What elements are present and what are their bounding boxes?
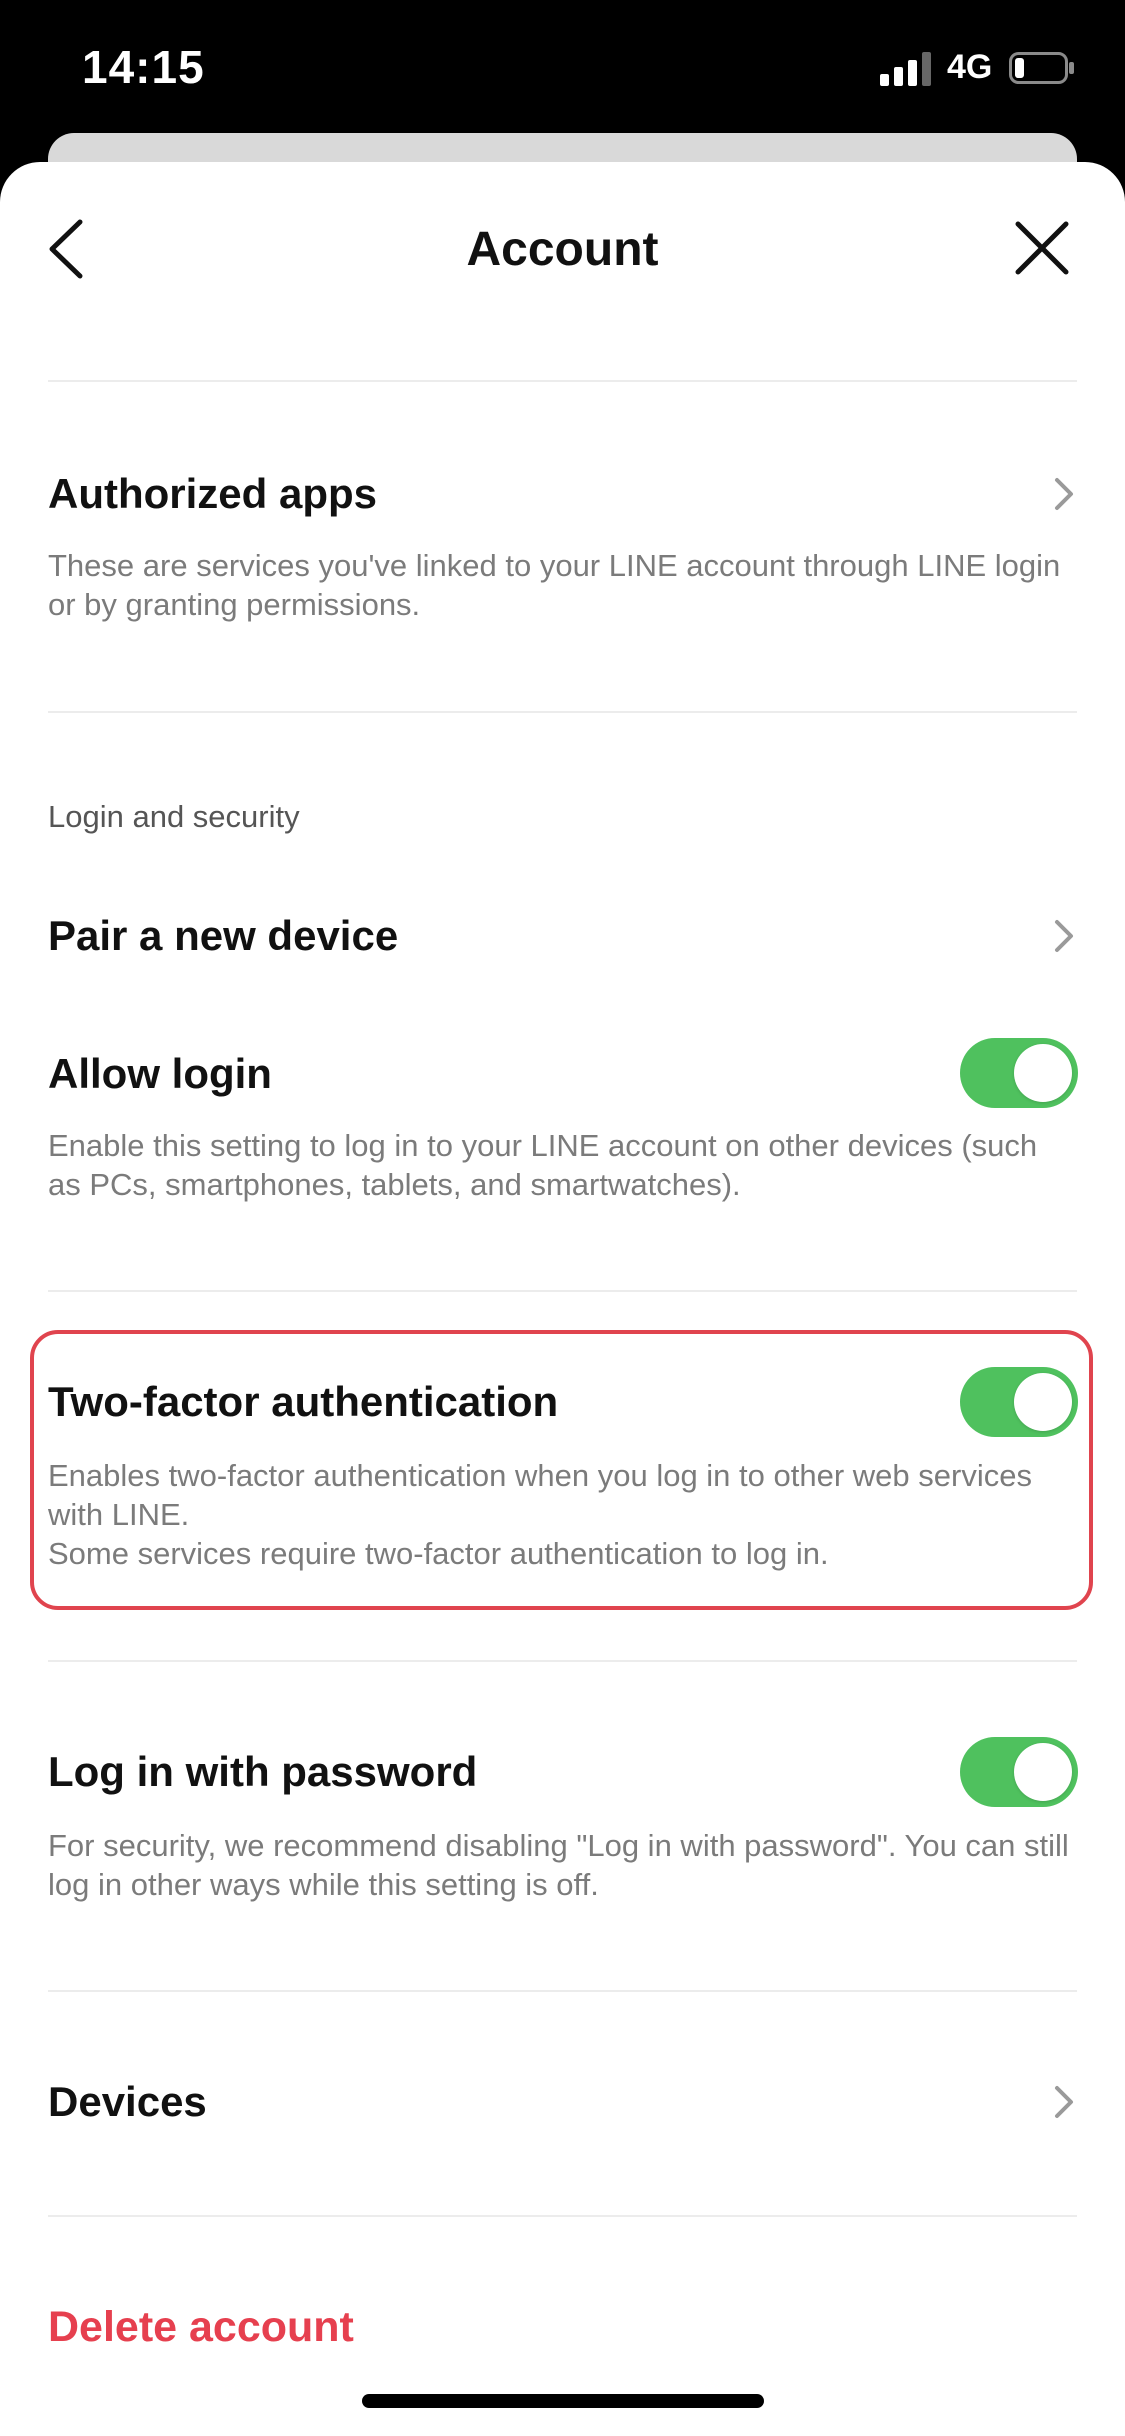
devices-title: Devices xyxy=(48,2078,207,2125)
two-factor-title: Two-factor authentication xyxy=(48,1378,559,1425)
divider xyxy=(48,1990,1077,1992)
chevron-right-icon xyxy=(1055,478,1073,510)
toggle-knob xyxy=(1014,1743,1072,1801)
two-factor-description-line2: Some services require two-factor authent… xyxy=(48,1536,829,1571)
account-sheet: Account Authorized apps These are servic… xyxy=(0,162,1125,2436)
divider xyxy=(48,1660,1077,1662)
toggle-knob xyxy=(1014,1373,1072,1431)
header: Account xyxy=(0,162,1125,332)
chevron-right-icon xyxy=(1055,2086,1073,2118)
home-indicator xyxy=(362,2394,764,2408)
password-login-description: For security, we recommend disabling "Lo… xyxy=(48,1828,1069,1902)
network-type: 4G xyxy=(947,48,993,86)
allow-login-toggle[interactable] xyxy=(960,1038,1078,1108)
two-factor-description: Enables two-factor authentication when y… xyxy=(48,1456,1078,1573)
chevron-right-icon xyxy=(1055,920,1073,952)
toggle-knob xyxy=(1014,1044,1072,1102)
password-login-toggle[interactable] xyxy=(960,1737,1078,1807)
section-label-login-security: Login and security xyxy=(48,799,300,834)
status-bar: 14:15 4G xyxy=(0,0,1125,140)
status-time: 14:15 xyxy=(82,41,205,93)
allow-login-title: Allow login xyxy=(48,1050,272,1097)
password-login-title: Log in with password xyxy=(48,1748,478,1795)
pair-device-title: Pair a new device xyxy=(48,912,399,959)
delete-account-button[interactable]: Delete account xyxy=(48,2303,354,2352)
authorized-apps-title: Authorized apps xyxy=(48,470,378,517)
cellular-signal-icon xyxy=(880,52,931,86)
two-factor-toggle[interactable] xyxy=(960,1367,1078,1437)
divider xyxy=(48,1290,1077,1292)
two-factor-description-line1: Enables two-factor authentication when y… xyxy=(48,1458,1032,1532)
divider xyxy=(48,380,1077,382)
divider xyxy=(48,711,1077,713)
page-title: Account xyxy=(466,223,659,276)
divider xyxy=(48,2215,1077,2217)
battery-icon xyxy=(1009,52,1074,84)
close-icon[interactable] xyxy=(1010,216,1074,280)
allow-login-description: Enable this setting to log in to your LI… xyxy=(48,1128,1038,1202)
authorized-apps-description: These are services you've linked to your… xyxy=(48,548,1061,622)
